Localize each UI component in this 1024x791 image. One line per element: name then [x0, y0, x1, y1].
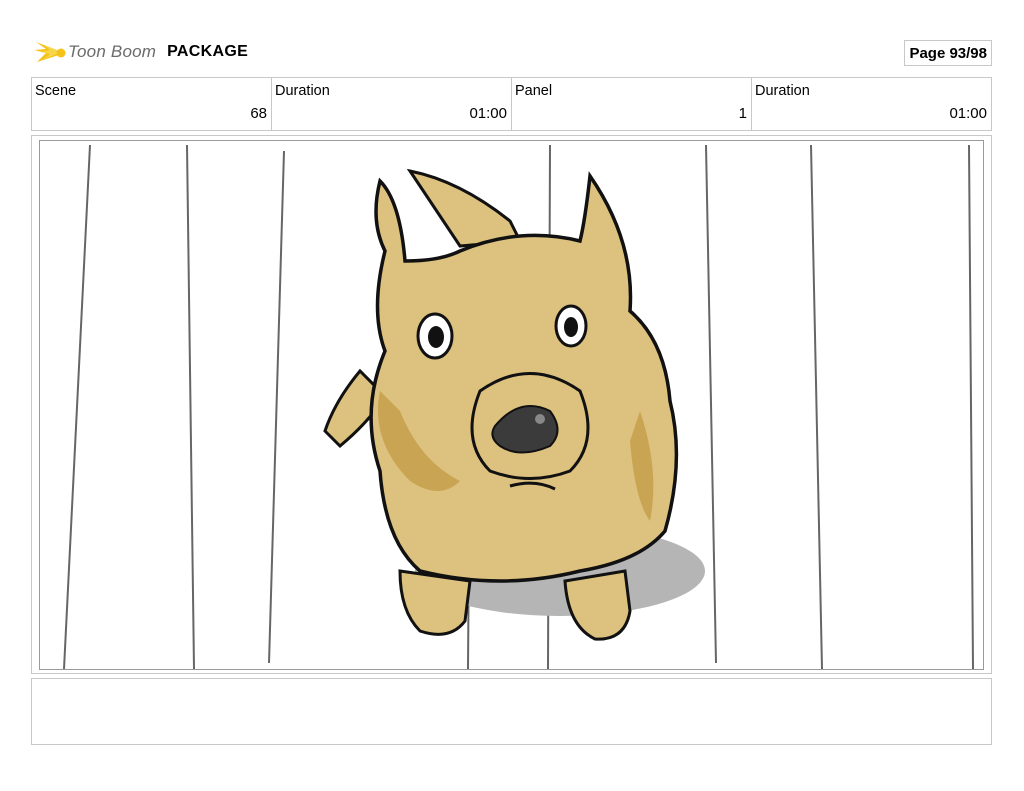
body-and-head [369, 171, 679, 583]
scene-duration-value: 01:00 [469, 105, 507, 122]
panel-value: 1 [738, 105, 747, 122]
brand-name: Toon Boom [68, 42, 157, 61]
right-pupil [564, 317, 578, 337]
storyboard-panel [31, 135, 992, 674]
panel-cell: Panel 1 [512, 78, 752, 130]
panel-label: Panel [515, 83, 553, 99]
page-header: Toon Boom PACKAGE Page 93/98 [32, 36, 992, 70]
project-title: PACKAGE [167, 43, 249, 60]
puppy-figure [323, 168, 705, 641]
scene-value: 68 [250, 105, 267, 122]
panel-duration-label: Duration [755, 83, 810, 99]
scene-duration-label: Duration [275, 83, 330, 99]
scene-label: Scene [35, 83, 77, 99]
nose-highlight [535, 414, 545, 424]
left-pupil [428, 326, 444, 348]
left-paw [398, 569, 472, 636]
scene-duration-cell: Duration 01:00 [272, 78, 512, 130]
right-paw [563, 569, 632, 641]
panel-drawing-area [39, 140, 984, 670]
scene-info-row: Scene 68 Duration 01:00 Panel 1 Duration… [31, 77, 992, 131]
panel-duration-cell: Duration 01:00 [752, 78, 991, 130]
caption-box [31, 678, 992, 745]
scene-cell: Scene 68 [32, 78, 272, 130]
panel-duration-value: 01:00 [949, 105, 987, 122]
starburst-icon [34, 42, 66, 62]
page-number: Page 93/98 [904, 40, 992, 66]
back-ear [406, 168, 523, 248]
brand-logo: Toon Boom PACKAGE [32, 36, 248, 68]
puppy-sketch [63, 144, 974, 669]
